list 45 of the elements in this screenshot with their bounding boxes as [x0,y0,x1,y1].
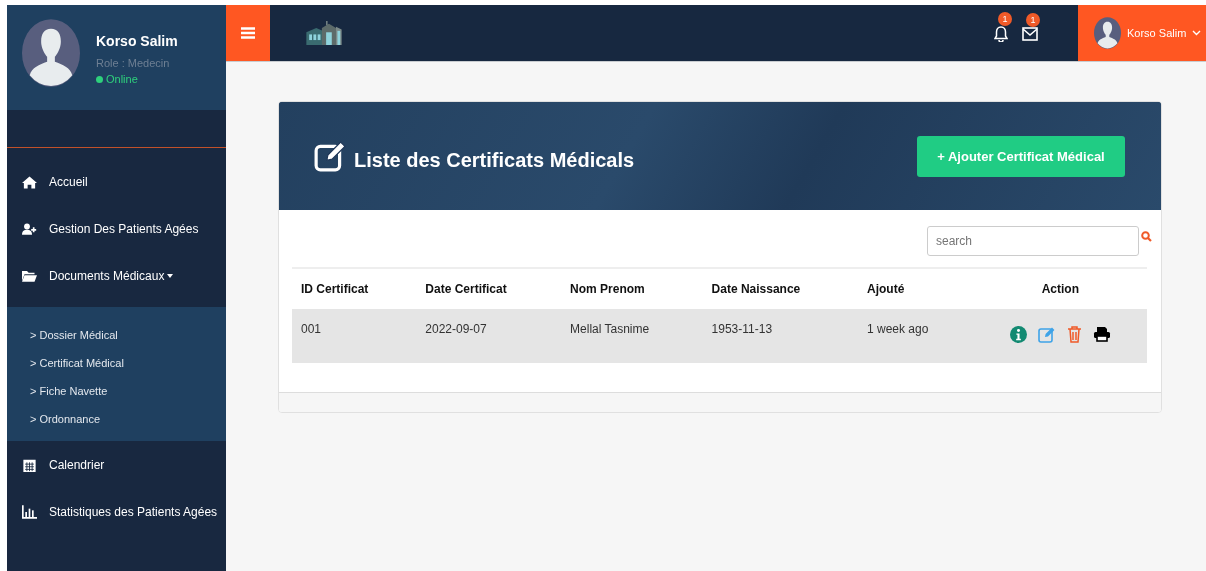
column-header: Action [973,269,1147,309]
column-header: Ajouté [858,269,974,309]
submenu-item[interactable]: > Ordonnance [30,413,226,425]
submenu-item[interactable]: > Certificat Médical [30,357,226,369]
user-plus-icon [22,221,37,236]
sidebar-item[interactable]: Documents Médicaux [7,252,226,299]
submenu-item[interactable]: > Fiche Navette [30,385,226,397]
table-cell: 1953-11-13 [702,309,858,363]
avatar-icon [1094,17,1121,49]
calendar-icon [22,457,37,472]
card-title: Liste des Certificats Médicals [354,147,635,172]
sidebar-item[interactable]: Statistiques des Patients Agées [7,488,226,535]
user-name: Korso Salim [96,33,178,49]
sidebar-item[interactable]: Gestion Des Patients Agées [7,205,226,252]
info-icon[interactable] [1009,326,1027,343]
edit-icon[interactable] [1037,326,1056,343]
chevron-down-icon [1192,30,1202,36]
edit-icon [314,140,346,172]
sidebar-item[interactable]: Calendrier [7,441,226,488]
search-field[interactable]: search [927,226,1139,256]
table-cell: 2022-09-07 [416,309,562,363]
notification-badge: 1 [998,12,1012,26]
folder-icon [22,268,37,283]
home-icon [22,174,37,189]
trash-icon[interactable] [1066,326,1082,343]
bar-chart-icon [22,504,37,519]
sidebar-item[interactable]: Accueil [7,158,226,205]
table-cell: Mellal Tasnime [561,309,703,363]
column-header: Date Naissance [702,269,858,309]
printer-icon[interactable] [1092,326,1111,342]
column-header: Nom Prenom [561,269,703,309]
bell-icon[interactable] [994,26,1008,42]
menu-icon [241,27,255,39]
avatar-icon [22,19,80,87]
table-cell: 001 [292,309,417,363]
user-role: Role : Medecin [96,57,171,69]
online-status: Online [96,73,178,85]
menu-button[interactable] [226,5,270,61]
submenu-item[interactable]: > Dossier Médical [30,329,226,341]
column-header: Date Certificat [416,269,562,309]
envelope-icon[interactable] [1022,27,1038,41]
message-badge: 1 [1026,13,1040,27]
search-icon[interactable] [1141,231,1152,242]
column-header: ID Certificat [292,269,417,309]
table-cell: 1 week ago [858,309,974,363]
